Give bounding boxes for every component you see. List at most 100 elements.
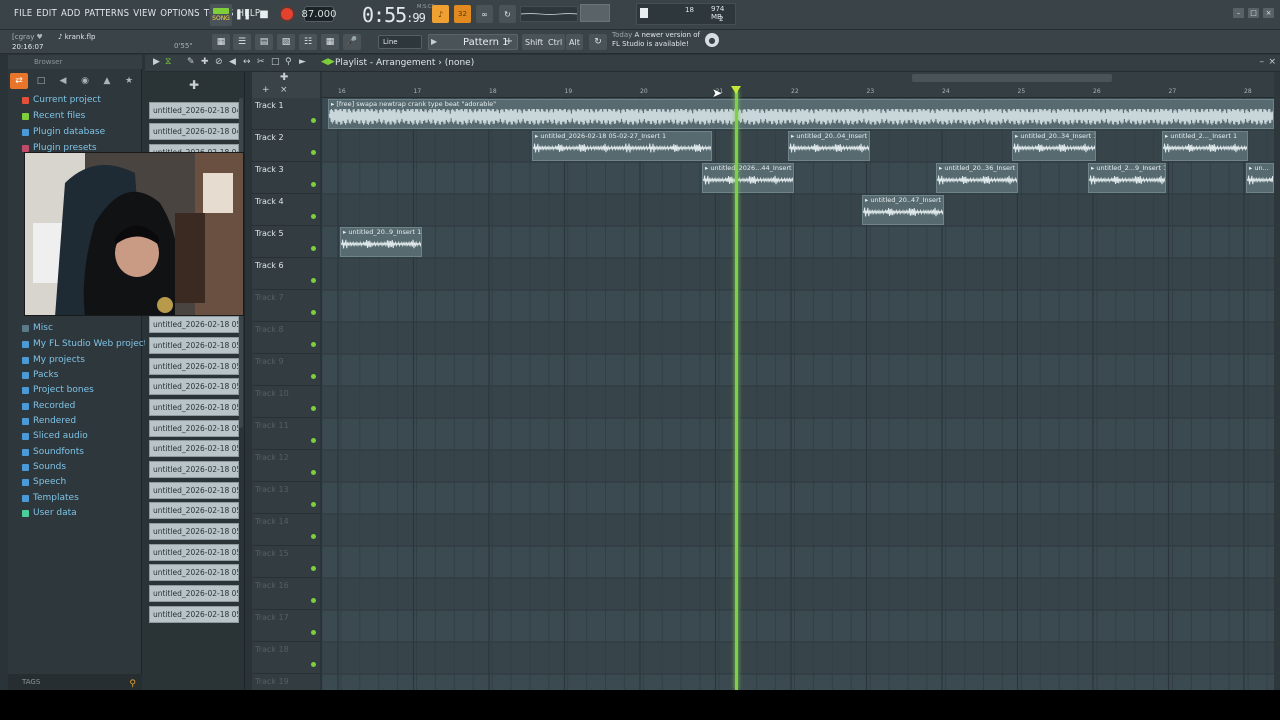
track-header[interactable]: Track 12 <box>252 450 320 482</box>
browser-item-recorded[interactable]: Recorded <box>22 401 75 411</box>
audio-clip[interactable]: ▸ untitled_20..47_Insert 1 <box>862 195 944 225</box>
track-mute-led-icon[interactable] <box>311 182 316 187</box>
magnet-icon[interactable]: ⧖ <box>165 57 171 67</box>
clip-item[interactable]: untitled_2026-02-18 05-... <box>149 399 239 416</box>
playback-icon[interactable]: ► <box>299 57 306 67</box>
search-icon[interactable]: ⚲ <box>129 676 136 690</box>
browser-item-my-fl-studio-web-projects[interactable]: My FL Studio Web projects <box>22 339 152 349</box>
snap-icon[interactable]: ▦ <box>212 34 230 50</box>
clip-item[interactable]: untitled_2026-02-18 05-... <box>149 316 239 333</box>
track-mute-led-icon[interactable] <box>311 214 316 219</box>
select-icon[interactable]: □ <box>271 57 280 67</box>
time-display[interactable]: 0:55:99 <box>362 3 426 27</box>
close-icon[interactable]: × <box>1268 57 1276 67</box>
clip-item[interactable]: untitled_2026-02-18 05-... <box>149 461 239 478</box>
track-header[interactable]: Track 6 <box>252 258 320 290</box>
brush-icon[interactable]: ✚ <box>201 57 209 67</box>
browser-plugin-icon[interactable]: ◉ <box>76 73 94 89</box>
browser-star-icon[interactable]: ★ <box>120 73 138 89</box>
audio-clip[interactable]: ▸ untitled_20..9_Insert 1 <box>340 227 422 257</box>
browser-item-current-project[interactable]: Current project <box>22 95 101 105</box>
record-button[interactable] <box>278 5 296 23</box>
mute-icon[interactable]: ◀ <box>229 57 236 67</box>
track-header[interactable]: Track 16 <box>252 578 320 610</box>
track-mute-led-icon[interactable] <box>311 150 316 155</box>
clip-item[interactable]: untitled_2026-02-18 04-... <box>149 123 239 140</box>
timeline-ruler[interactable]: 16 17 18 19 20 21 22 23 24 25 26 27 28 <box>322 72 1274 98</box>
clip-item[interactable]: untitled_2026-02-18 05-... <box>149 544 239 561</box>
browser-item-packs[interactable]: Packs <box>22 370 58 380</box>
track-mute-led-icon[interactable] <box>311 246 316 251</box>
track-header[interactable]: Track 18 <box>252 642 320 674</box>
delete-icon[interactable]: ⊘ <box>215 57 223 67</box>
piano-roll-icon[interactable]: ▤ <box>255 34 273 50</box>
track-mute-led-icon[interactable] <box>311 502 316 507</box>
browser-item-speech[interactable]: Speech <box>22 477 66 487</box>
vertical-scrollbar[interactable] <box>1274 72 1280 690</box>
maximize-icon[interactable]: □ <box>1248 8 1259 18</box>
microphone-icon[interactable]: 🎤 <box>343 34 361 50</box>
metronome-button[interactable]: ♪ <box>432 5 449 23</box>
menu-file[interactable]: FILE <box>12 8 34 19</box>
clip-item[interactable]: untitled_2026-02-18 05-... <box>149 502 239 519</box>
browser-item-my-projects[interactable]: My projects <box>22 355 85 365</box>
browser-item-misc[interactable]: Misc <box>22 323 53 333</box>
track-header[interactable]: Track 15 <box>252 546 320 578</box>
clip-item[interactable]: untitled_2026-02-18 05-... <box>149 482 239 499</box>
track-header[interactable]: Track 3 <box>252 162 320 194</box>
browser-item-rendered[interactable]: Rendered <box>22 416 76 426</box>
wait-input-button[interactable]: ∞ <box>476 5 493 23</box>
add-pattern-icon[interactable]: + <box>505 36 513 47</box>
track-mute-led-icon[interactable] <box>311 470 316 475</box>
horizontal-scrollbar[interactable] <box>912 74 1112 82</box>
move-icon[interactable]: ✚ <box>189 78 199 92</box>
clip-item[interactable]: untitled_2026-02-18 05-... <box>149 564 239 581</box>
track-header[interactable]: Track 1 <box>252 98 320 130</box>
song-mode-button[interactable]: SONG <box>210 4 232 26</box>
menu-edit[interactable]: EDIT <box>34 8 59 19</box>
track-header[interactable]: Track 4 <box>252 194 320 226</box>
browser-item-project-bones[interactable]: Project bones <box>22 385 94 395</box>
audio-clip[interactable]: ▸ [free] swapa newtrap crank type beat "… <box>328 99 1274 129</box>
track-mute-led-icon[interactable] <box>311 598 316 603</box>
arrow-icon[interactable]: ▶ <box>153 57 160 67</box>
master-volume-slider[interactable] <box>580 4 610 22</box>
track-mute-led-icon[interactable] <box>311 278 316 283</box>
pattern-select[interactable]: ▶ Pattern 1 + <box>428 34 518 50</box>
clip-item[interactable]: untitled_2026-02-18 05-... <box>149 337 239 354</box>
audio-clip[interactable]: ▸ untitled_2..._Insert 1 <box>1162 131 1248 161</box>
track-mute-led-icon[interactable] <box>311 566 316 571</box>
loop-record-button[interactable]: ↻ <box>499 5 516 23</box>
channel-rack-icon[interactable]: ▧ <box>277 34 295 50</box>
track-mute-led-icon[interactable] <box>311 118 316 123</box>
browser-file-icon[interactable]: □ <box>32 73 50 89</box>
menu-add[interactable]: ADD <box>59 8 83 19</box>
menu-patterns[interactable]: PATTERNS <box>83 8 132 19</box>
pencil-icon[interactable]: ✎ <box>187 57 195 67</box>
track-header[interactable]: Track 17 <box>252 610 320 642</box>
audio-clip[interactable]: ▸ untitled_2026-02-18 05-02-27_Insert 1 <box>532 131 712 161</box>
track-header[interactable]: Track 5 <box>252 226 320 258</box>
countdown-button[interactable]: 3​2 <box>454 5 471 23</box>
audio-clip[interactable]: ▸ untitled_2...9_Insert 1 <box>1088 163 1166 193</box>
track-header[interactable]: Track 2 <box>252 130 320 162</box>
minimize-icon[interactable]: – <box>1260 57 1265 67</box>
mixer-icon[interactable]: ☰ <box>233 34 251 50</box>
clip-item[interactable]: untitled_2026-02-18 05-... <box>149 420 239 437</box>
browser-item-sliced-audio[interactable]: Sliced audio <box>22 431 88 441</box>
add-track-icon[interactable]: + <box>262 85 270 95</box>
browser-all-icon[interactable]: ⇄ <box>10 73 28 89</box>
track-header[interactable]: Track 7 <box>252 290 320 322</box>
zoom-icon[interactable]: ⚲ <box>285 57 292 67</box>
track-header[interactable]: Track 11 <box>252 418 320 450</box>
clip-item[interactable]: untitled_2026-02-18 05-... <box>149 440 239 457</box>
plugin-icon[interactable]: ☷ <box>299 34 317 50</box>
stop-button[interactable]: ■ <box>255 5 273 23</box>
audio-clip[interactable]: ▸ untitled_20..34_Insert 1 <box>1012 131 1096 161</box>
close-icon[interactable]: × <box>1263 8 1274 18</box>
playhead-marker-icon[interactable] <box>731 86 741 94</box>
clip-item[interactable]: untitled_2026-02-18 04-... <box>149 102 239 119</box>
menu-options[interactable]: OPTIONS <box>158 8 202 19</box>
clip-item[interactable]: untitled_2026-02-18 05-... <box>149 378 239 395</box>
browser-item-templates[interactable]: Templates <box>22 493 79 503</box>
